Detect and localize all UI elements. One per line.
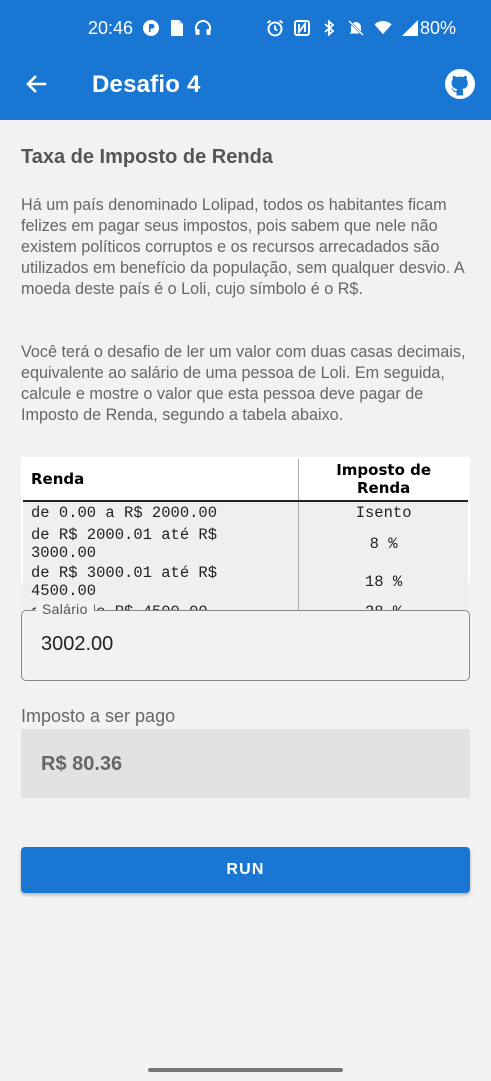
status-time: 20:46 [88, 18, 134, 38]
salary-input[interactable] [41, 633, 441, 656]
challenge-description-1: Há um país denominado Lolipad, todos os … [21, 196, 464, 298]
home-indicator[interactable] [148, 1068, 343, 1072]
wifi-icon [374, 19, 392, 37]
salary-label: Salário [36, 601, 94, 617]
arrow-left-icon [24, 72, 48, 101]
run-button[interactable]: RUN [21, 847, 470, 893]
alarm-icon [266, 19, 284, 37]
rate-cell: 18 % [298, 562, 468, 601]
challenge-content: Taxa de Imposto de Renda Há um país deno… [0, 120, 491, 1060]
document-icon [168, 19, 186, 37]
result-value: R$ 80.36 [41, 753, 123, 775]
header-imposto: Imposto de Renda [298, 459, 468, 502]
challenge-description-2: Você terá o desafio de ler um valor com … [21, 343, 466, 424]
table-header-row: Renda Imposto de Renda [23, 459, 468, 502]
rate-cell: Isento [298, 501, 468, 525]
header-renda: Renda [23, 459, 299, 502]
page-title: Desafio 4 [92, 71, 201, 98]
table-row: de R$ 3000.01 até R$ 4500.00 18 % [23, 562, 468, 601]
p-app-icon [142, 19, 160, 37]
nfc-icon [293, 19, 311, 37]
app-bar: Desafio 4 [0, 56, 491, 120]
github-button[interactable] [442, 68, 478, 104]
gesture-nav-bar [0, 1060, 491, 1081]
tax-table: Renda Imposto de Renda de 0.00 a R$ 2000… [21, 457, 470, 625]
mute-icon [347, 19, 365, 37]
status-bar: 20:46 80% [0, 0, 491, 56]
range-cell: de R$ 3000.01 até R$ 4500.00 [23, 562, 299, 601]
challenge-title: Taxa de Imposto de Renda [21, 146, 273, 168]
table-row: de R$ 2000.01 até R$ 3000.00 8 % [23, 524, 468, 563]
range-cell: de 0.00 a R$ 2000.00 [23, 501, 299, 525]
result-label: Imposto a ser pago [21, 706, 176, 726]
status-left-icons [142, 19, 212, 37]
status-right-icons [266, 19, 419, 37]
github-icon [444, 68, 476, 105]
table-row: de 0.00 a R$ 2000.00 Isento [23, 501, 468, 525]
back-button[interactable] [20, 70, 52, 102]
bluetooth-icon [320, 19, 338, 37]
salary-field[interactable]: Salário [21, 601, 470, 681]
range-cell: de R$ 2000.01 até R$ 3000.00 [23, 524, 299, 563]
result-box: R$ 80.36 [21, 729, 470, 798]
rate-cell: 8 % [298, 524, 468, 563]
signal-icon [401, 19, 419, 37]
headphones-icon [194, 19, 212, 37]
battery-level: 80% [420, 18, 457, 38]
